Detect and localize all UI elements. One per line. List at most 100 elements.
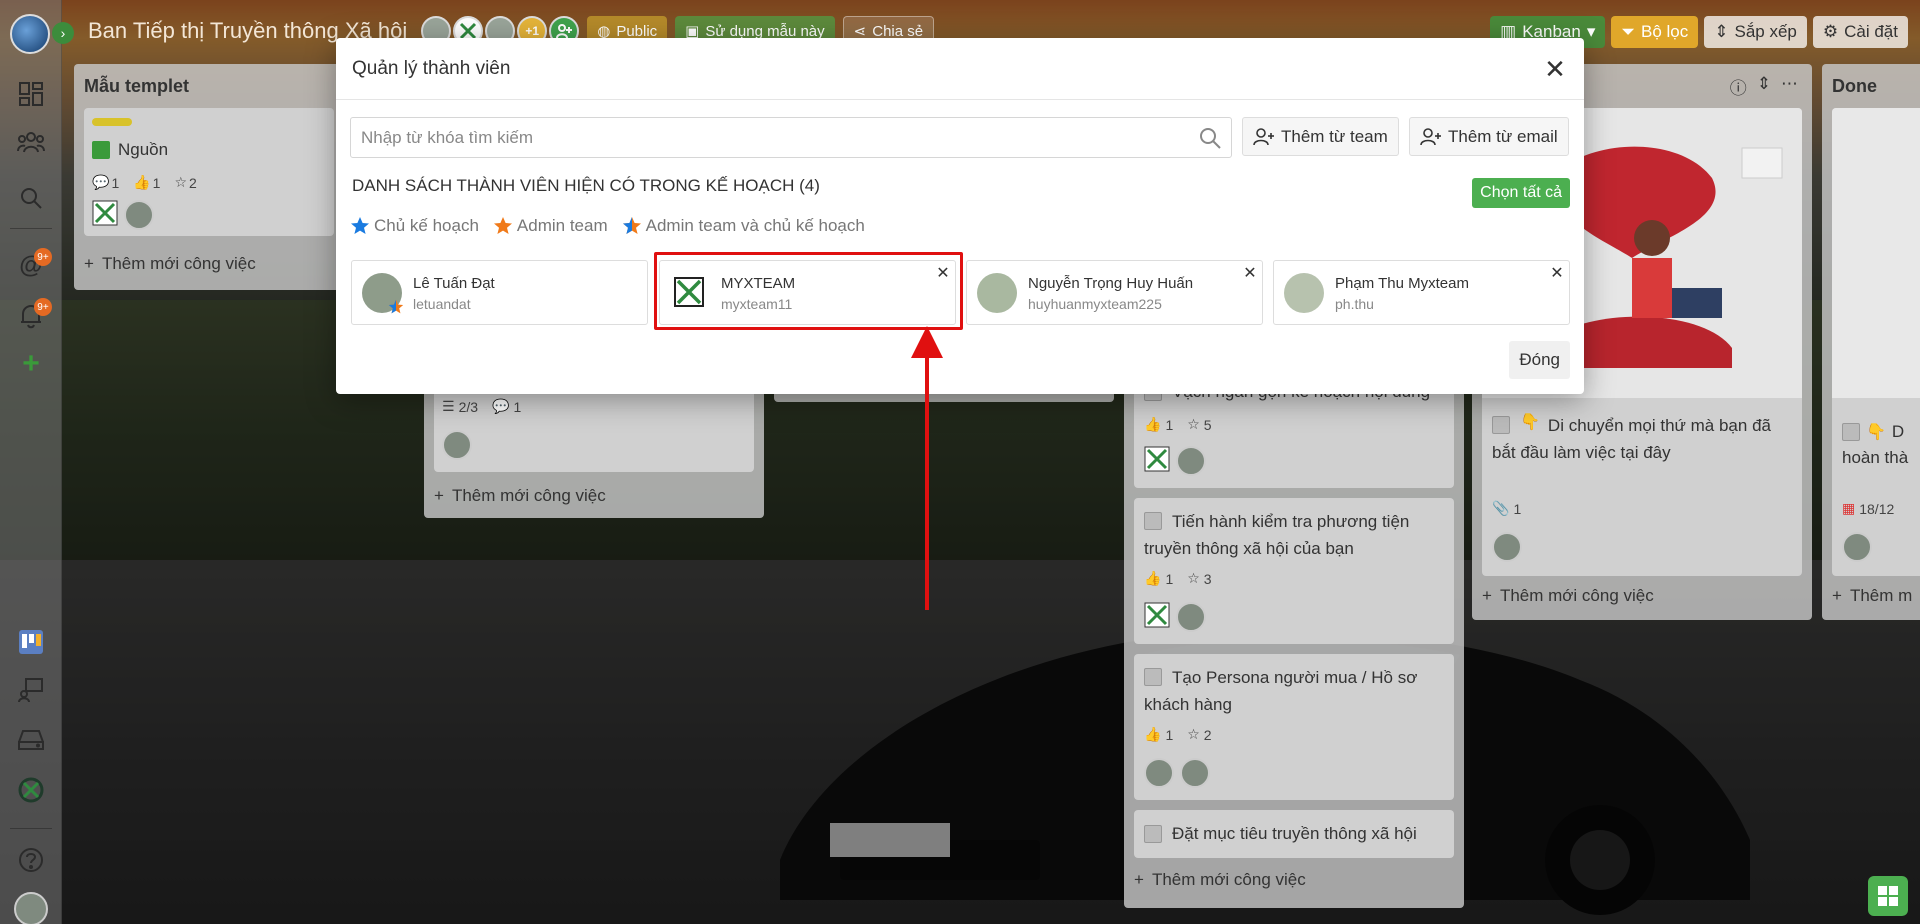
admin-owner-star-icon [622,217,641,234]
task-checkbox[interactable] [1842,422,1860,441]
task-checkbox[interactable] [1144,668,1162,686]
task-card[interactable]: Tiến hành kiểm tra phương tiện truyền th… [1134,498,1454,644]
member-search-box[interactable] [350,117,1232,158]
add-from-team-button[interactable]: Thêm từ team [1242,117,1399,156]
select-all-button[interactable]: Chọn tất cả [1472,178,1570,208]
task-title: D [1891,422,1905,441]
star-icon: ☆ [1187,416,1200,432]
report-icon[interactable] [17,676,45,704]
myxteam-avatar [92,200,118,226]
plus-icon: + [1832,586,1842,605]
add-task-button[interactable]: + Thêm m [1832,586,1912,606]
sort-icon[interactable]: ⇕ [1757,74,1771,99]
member-username: letuandat [413,296,471,312]
member-name: Lê Tuấn Đạt [413,275,495,292]
plus-icon: + [434,486,444,505]
column-done: Done 👇 D hoàn thà ▦ 18/12 + Thêm m [1822,64,1920,620]
plus-icon: + [1482,586,1492,605]
like-icon: 👍 [1144,416,1162,432]
workspace-logo[interactable] [10,14,50,54]
create-icon[interactable]: + [17,347,45,380]
remove-member-icon[interactable]: ✕ [935,265,951,282]
column-title: Mẫu templet [84,76,190,96]
mention-badge: 9+ [34,248,52,266]
member-name: MYXTEAM [721,275,796,292]
search-icon[interactable] [17,184,45,212]
add-user-icon [1253,127,1274,145]
help-icon[interactable] [17,846,45,874]
task-checkbox[interactable] [1144,824,1162,843]
task-title: Đặt mục tiêu truyền thông xã hội [1172,824,1417,843]
add-task-button[interactable]: + Thêm mới công việc [1134,870,1306,890]
share-label: Chia sẻ [872,22,924,40]
add-task-label: Thêm mới công việc [1499,586,1654,605]
member-card[interactable]: Phạm Thu Myxteam ph.thu ✕ [1273,260,1570,325]
checklist-icon: ☰ [442,398,455,414]
close-dialog-button[interactable]: Đóng [1509,341,1570,379]
checklist-count: 2/3 [458,398,479,415]
member-username: ph.thu [1335,296,1374,312]
myxteam-avatar [1144,602,1170,628]
left-sidebar: › @ 9+ 9+ + [0,0,74,924]
settings-button[interactable]: ⚙ Cài đặt [1812,16,1908,48]
myxteam-app-icon[interactable] [17,776,45,804]
close-icon[interactable]: ✕ [1540,54,1570,84]
filter-button[interactable]: ⏷ Bộ lọc [1611,16,1699,48]
sidebar-divider [10,228,52,229]
search-icon[interactable] [1199,127,1221,149]
task-card[interactable]: Tạo Persona người mua / Hồ sơ khách hàng… [1134,654,1454,800]
task-checkbox[interactable] [1492,416,1510,434]
public-label: Public [616,22,658,40]
admin-owner-star-icon [388,299,404,314]
current-user-avatar[interactable] [14,892,48,924]
assignee-avatar [1144,758,1174,788]
member-card[interactable]: MYXTEAM myxteam11 ✕ [659,260,956,325]
legend-admin-owner: Admin team và chủ kế hoạch [622,216,865,236]
star-count: 3 [1203,570,1212,587]
owner-star-icon [351,217,369,234]
task-card[interactable]: Nguồn 💬 1 👍 1 ☆ 2 [84,108,334,236]
star-icon: ☆ [1187,570,1200,586]
team-icon[interactable] [17,128,45,156]
member-card[interactable]: Lê Tuấn Đạt letuandat [351,260,648,325]
member-search-input[interactable] [361,127,1199,148]
assignee-avatar [1492,532,1522,562]
filter-label: Bộ lọc [1640,22,1689,41]
like-icon: 👍 [1144,726,1162,742]
member-username: myxteam11 [721,296,793,312]
add-task-button[interactable]: + Thêm mới công việc [434,486,606,506]
member-card[interactable]: Nguyễn Trọng Huy Huấn huyhuanmyxteam225 … [966,260,1263,325]
grid-icon [1878,886,1898,906]
comment-icon: 💬 [492,398,510,414]
more-icon[interactable]: ⋯ [1781,74,1798,99]
sidebar-divider-bottom [10,828,52,829]
paperclip-icon: 📎 [1492,500,1510,516]
member-avatar [1284,273,1324,313]
task-card[interactable]: Đặt mục tiêu truyền thông xã hội [1134,810,1454,858]
add-task-button[interactable]: + Thêm mới công việc [84,254,256,274]
task-checkbox[interactable] [92,140,110,159]
legend-admin-label: Admin team [516,216,608,235]
add-task-button[interactable]: + Thêm mới công việc [1482,586,1654,606]
attachment-count: 1 [1513,500,1522,517]
add-from-email-button[interactable]: Thêm từ email [1409,117,1569,156]
dialog-header: Quản lý thành viên [336,38,1584,100]
dashboard-icon[interactable] [17,80,45,108]
task-title: Tiến hành kiểm tra phương tiện truyền th… [1144,512,1410,558]
assignee-avatar [124,200,154,230]
sort-button[interactable]: ⇕ Sắp xếp [1704,16,1807,48]
task-title-line2: hoàn thà [1842,448,1909,467]
kanban-board-icon[interactable] [17,628,45,656]
like-count: 1 [1165,416,1174,433]
storage-icon[interactable] [17,726,45,754]
column-title: Done [1832,76,1877,96]
like-icon: 👍 [133,174,151,190]
remove-member-icon[interactable]: ✕ [1242,265,1258,282]
task-card[interactable]: 👇 D hoàn thà ▦ 18/12 [1832,108,1920,576]
apps-grid-button[interactable] [1868,876,1908,916]
assignee-avatar [1842,532,1872,562]
task-checkbox[interactable] [1144,512,1162,530]
like-count: 1 [1165,570,1174,587]
remove-member-icon[interactable]: ✕ [1549,265,1565,282]
info-icon[interactable]: ⓘ [1730,74,1747,99]
